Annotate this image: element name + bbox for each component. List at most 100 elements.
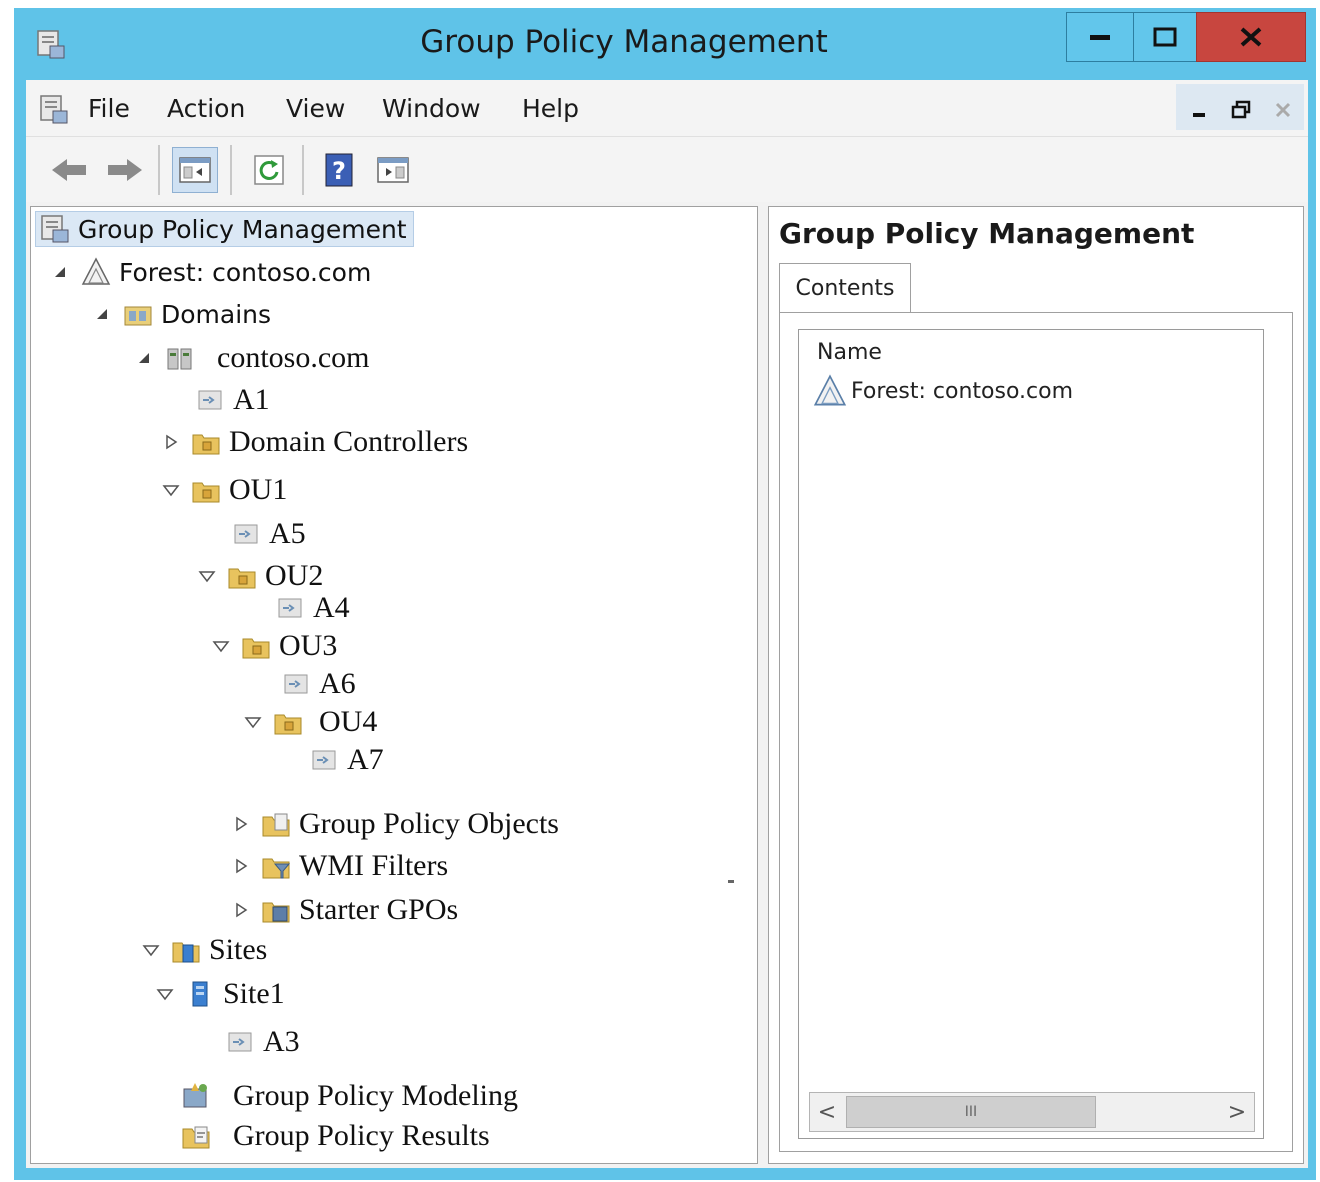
refresh-button[interactable] [246, 147, 292, 193]
forward-arrow-icon [108, 159, 142, 181]
restore-icon [1231, 100, 1251, 119]
domain-icon [167, 348, 192, 370]
tree-node-label: Forest: contoso.com [119, 257, 372, 287]
mdi-restore-button[interactable] [1220, 88, 1262, 132]
tree-node-gpo-link-a7[interactable]: A7 [309, 743, 384, 777]
console-tree[interactable]: Group Policy Management Forest: contoso.… [30, 206, 758, 1164]
gpo-link-icon [198, 390, 222, 410]
tree-node-label: Domain Controllers [229, 425, 469, 458]
scroll-left-button[interactable]: < [810, 1093, 844, 1131]
ou-folder-icon [274, 714, 302, 735]
menu-action[interactable]: Action [167, 94, 245, 123]
ou-folder-icon [228, 568, 256, 589]
close-button[interactable] [1196, 12, 1306, 62]
tree-node-label: Site1 [223, 977, 285, 1010]
title-bar[interactable]: Group Policy Management [14, 8, 1316, 80]
expanded-arrow-icon[interactable] [135, 348, 155, 368]
show-hide-action-pane-button[interactable] [370, 147, 416, 193]
scroll-thumb[interactable]: III [846, 1096, 1096, 1128]
help-button[interactable]: ? [316, 147, 362, 193]
expanded-arrow-icon[interactable] [211, 636, 231, 656]
tree-node-label: A4 [313, 591, 350, 624]
domains-icon [124, 306, 152, 326]
expanded-arrow-icon[interactable] [197, 566, 217, 586]
tree-node-ou1[interactable]: OU1 [161, 473, 287, 507]
console-icon [41, 215, 69, 243]
tree-node-ou2[interactable]: OU2 [197, 559, 323, 593]
tree-node-label: Starter GPOs [299, 893, 459, 926]
tree-node-domains[interactable]: Domains [93, 299, 271, 329]
gpo-container-icon [262, 813, 290, 837]
tree-node-label: Group Policy Objects [299, 807, 559, 840]
tree-node-gpo-link-a1[interactable]: A1 [195, 383, 270, 417]
tree-node-starter-gpos[interactable]: Starter GPOs [231, 893, 458, 927]
tree-node-root[interactable]: Group Policy Management [35, 211, 414, 247]
list-item[interactable]: Forest: contoso.com [813, 374, 1073, 408]
menu-window[interactable]: Window [382, 94, 481, 123]
tree-node-ou3[interactable]: OU3 [211, 629, 337, 663]
column-header-name[interactable]: Name [817, 340, 882, 365]
scroll-right-button[interactable]: > [1220, 1093, 1254, 1131]
tree-node-forest[interactable]: Forest: contoso.com [51, 257, 371, 287]
show-hide-console-tree-button[interactable] [172, 147, 218, 193]
help-icon: ? [325, 153, 353, 187]
tree-node-gpo-link-a3[interactable]: A3 [225, 1025, 300, 1059]
tree-node-group-policy-results[interactable]: Group Policy Results [181, 1119, 490, 1153]
tree-node-domain[interactable]: contoso.com [135, 341, 369, 375]
tree-node-label: A6 [319, 667, 356, 700]
collapsed-arrow-icon[interactable] [161, 432, 181, 452]
sites-icon [172, 942, 200, 963]
tree-node-label: A3 [263, 1025, 300, 1058]
tree-node-group-policy-modeling[interactable]: Group Policy Modeling [181, 1079, 518, 1113]
tree-node-label: Group Policy Modeling [233, 1079, 518, 1112]
horizontal-scrollbar[interactable]: < III > [809, 1092, 1255, 1132]
menu-help[interactable]: Help [522, 94, 579, 123]
expanded-arrow-icon[interactable] [51, 262, 71, 282]
tree-node-label: Sites [209, 933, 268, 966]
collapsed-arrow-icon[interactable] [231, 900, 251, 920]
expanded-arrow-icon[interactable] [141, 940, 161, 960]
tab-contents[interactable]: Contents [779, 263, 911, 313]
tree-node-gpo-link-a6[interactable]: A6 [281, 667, 356, 701]
chevron-left-icon: < [817, 1099, 837, 1125]
tree-node-ou4[interactable]: OU4 [243, 705, 377, 739]
forward-button[interactable] [102, 147, 148, 193]
tree-node-wmi-filters[interactable]: WMI Filters [231, 849, 448, 883]
tree-node-gpo-link-a5[interactable]: A5 [231, 517, 306, 551]
expanded-arrow-icon[interactable] [93, 304, 113, 324]
expanded-arrow-icon[interactable] [243, 712, 263, 732]
collapsed-arrow-icon[interactable] [231, 856, 251, 876]
tree-node-label: Domains [161, 299, 272, 329]
contents-list[interactable]: Name Forest: contoso.com < III > [798, 329, 1264, 1139]
maximize-button[interactable] [1133, 12, 1197, 62]
expanded-arrow-icon[interactable] [155, 984, 175, 1004]
tree-node-label: OU1 [229, 473, 288, 506]
client-area: Group Policy Management Forest: contoso.… [26, 202, 1308, 1168]
mdi-controls [1176, 84, 1304, 130]
back-arrow-icon [52, 159, 86, 181]
show-hide-console-tree-icon [179, 157, 211, 183]
tree-node-site1[interactable]: Site1 [155, 977, 285, 1011]
refresh-icon [254, 155, 284, 185]
tree-node-label: contoso.com [217, 341, 370, 374]
tree-node-gpo-link-a4[interactable]: A4 [275, 591, 350, 625]
tree-node-group-policy-objects[interactable]: Group Policy Objects [231, 807, 559, 841]
menu-file[interactable]: File [88, 94, 130, 123]
modeling-icon [183, 1083, 207, 1108]
forest-icon [81, 257, 111, 285]
details-title: Group Policy Management [779, 217, 1195, 250]
mdi-close-button[interactable] [1262, 88, 1304, 132]
stray-dot [728, 880, 734, 883]
menu-view[interactable]: View [286, 94, 345, 123]
list-item-label: Forest: contoso.com [851, 378, 1074, 404]
toolbar-separator [230, 145, 232, 195]
back-button[interactable] [46, 147, 92, 193]
tree-node-domain-controllers[interactable]: Domain Controllers [161, 425, 468, 459]
collapsed-arrow-icon[interactable] [231, 814, 251, 834]
expanded-arrow-icon[interactable] [161, 480, 181, 500]
ou-folder-icon [192, 434, 220, 455]
tree-node-sites[interactable]: Sites [141, 933, 267, 967]
minimize-button[interactable] [1066, 12, 1134, 62]
mdi-minimize-button[interactable] [1178, 88, 1220, 132]
gpmc-window: Group Policy Management File Action View… [14, 8, 1316, 1180]
